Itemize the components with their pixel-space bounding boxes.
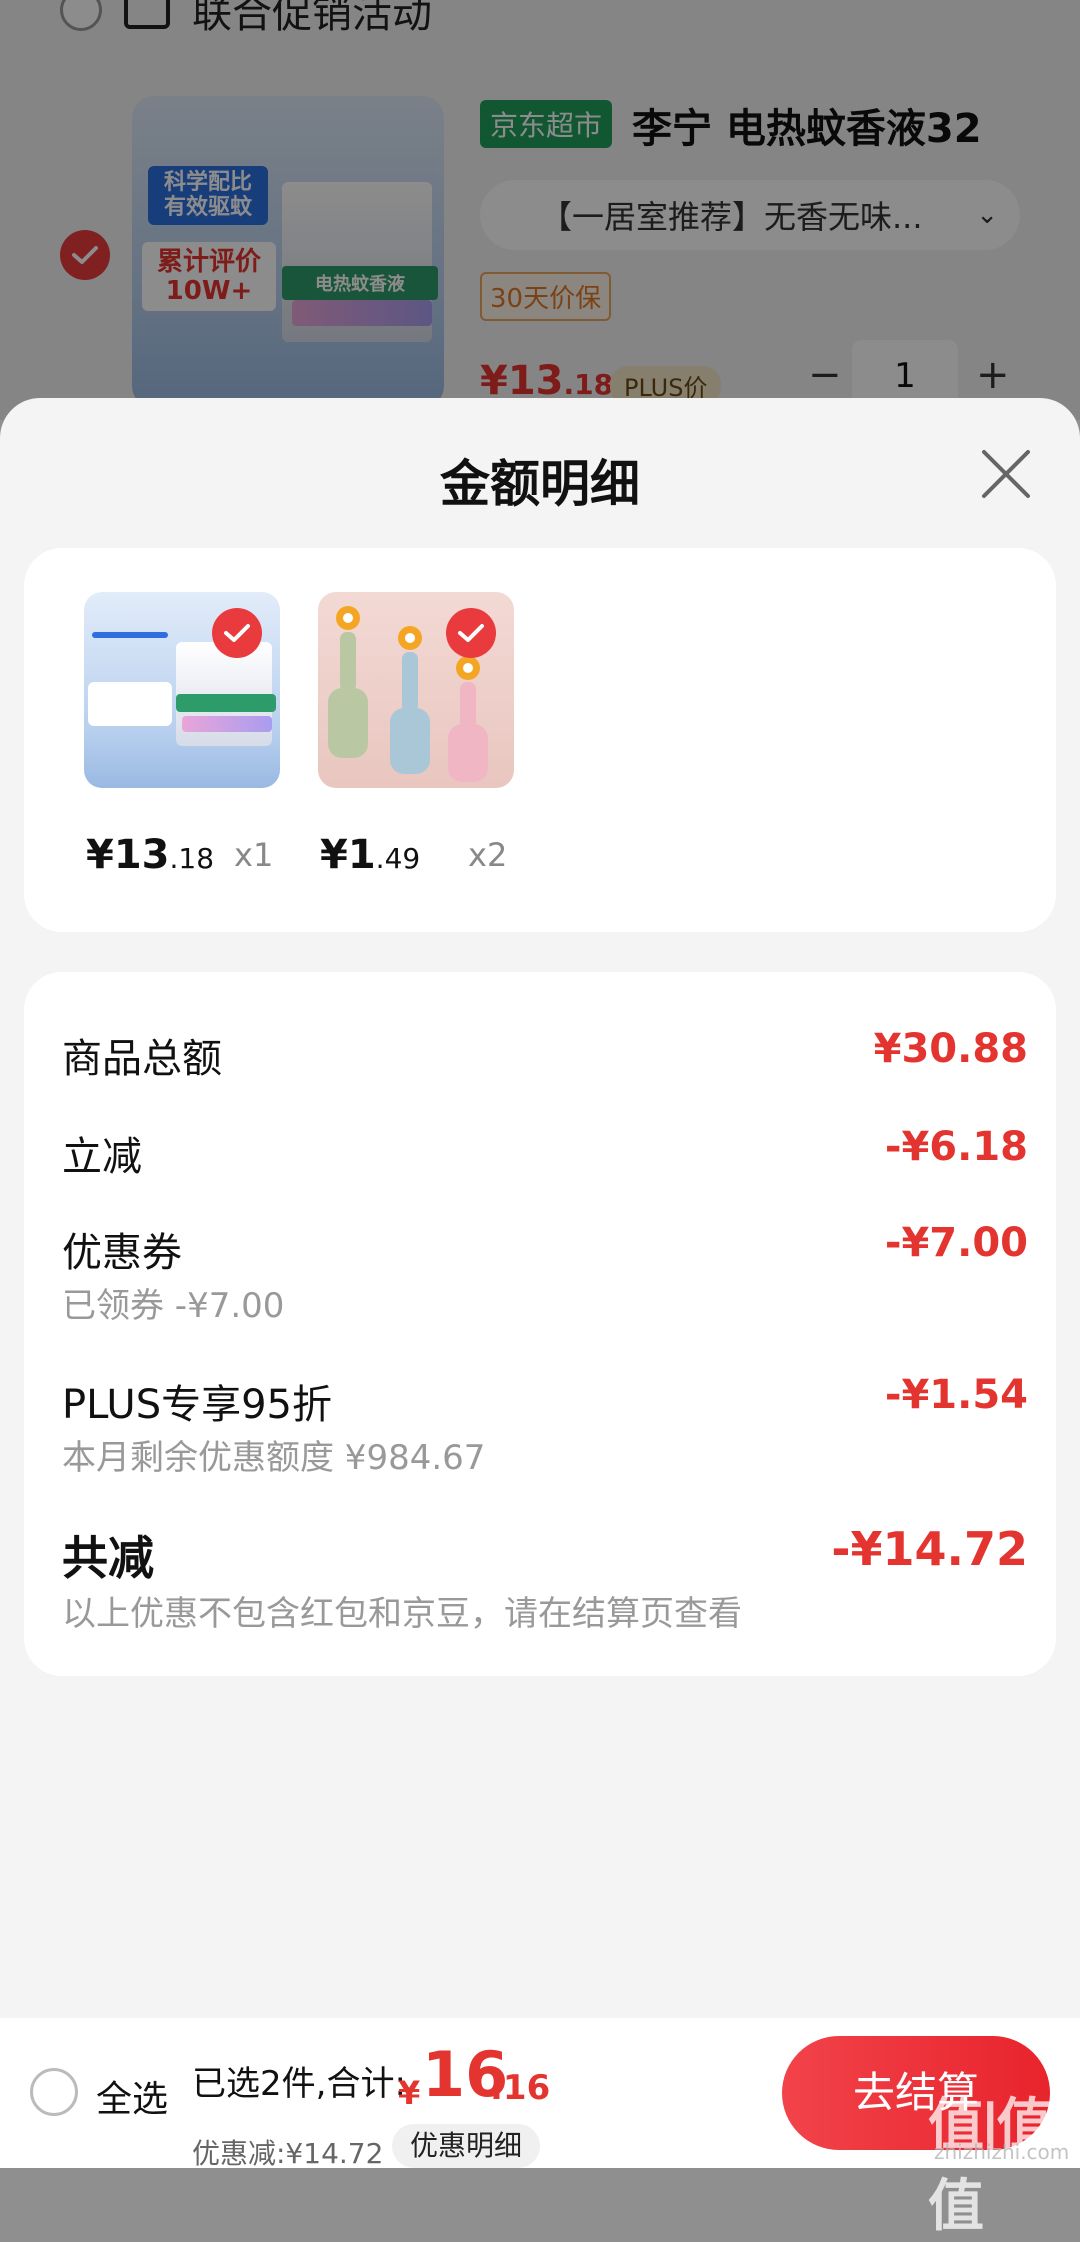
checkout-bar: 全选 已选2件,合计: ¥ 16 .16 优惠减:¥14.72 优惠明细 去结算 <box>0 2018 1080 2170</box>
item-price-dec: .18 <box>169 842 215 875</box>
total-dec: .16 <box>490 2068 551 2108</box>
total-cut-value: -¥14.72 <box>831 1522 1028 1576</box>
plus-sub: 本月剩余优惠额度 ¥984.67 <box>62 1438 486 1478</box>
total-cut-label: 共减 <box>62 1531 154 1585</box>
selected-items-card: ¥13.18 x1 ¥1.49 x2 <box>24 548 1056 932</box>
plus-label: PLUS专享95折 <box>62 1382 332 1428</box>
close-button[interactable] <box>978 446 1034 502</box>
item-price: ¥13.18 <box>86 832 214 878</box>
discount-detail-button[interactable]: 优惠明细 <box>392 2124 541 2168</box>
close-icon <box>982 450 1030 498</box>
instant-cut-label: 立减 <box>62 1134 142 1180</box>
coupon-value: -¥7.00 <box>884 1220 1028 1266</box>
discount-line: 优惠减:¥14.72 <box>192 2137 384 2170</box>
goods-total-value: ¥30.88 <box>873 1026 1028 1072</box>
item-qty: x1 <box>234 836 274 874</box>
total-cut-sub: 以上优惠不包含红包和京豆，请在结算页查看 <box>62 1594 742 1634</box>
plus-value: -¥1.54 <box>884 1372 1028 1418</box>
item-thumbnail-mosquito[interactable] <box>84 592 280 788</box>
check-icon <box>458 624 484 642</box>
background-cart: 联合促销活动 科学配比 有效驱蚊 累计评价 10W+ 电热蚊香液 京东超市 李宁 电… <box>0 0 1080 420</box>
item-price-int: ¥1 <box>320 832 376 878</box>
item-thumbnail-brush[interactable] <box>318 592 514 788</box>
item-price: ¥1.49 <box>320 832 420 878</box>
amount-detail-sheet: 金额明细 ¥13.18 x1 ¥1.49 x2 商品总额 ¥30.88 立减 -… <box>0 398 1080 2168</box>
select-all-checkbox[interactable] <box>30 2068 78 2116</box>
watermark-url: zhizhizhi.com <box>934 2140 1070 2164</box>
item-price-int: ¥13 <box>86 832 170 878</box>
item-check[interactable] <box>212 608 262 658</box>
instant-cut-value: -¥6.18 <box>884 1124 1028 1170</box>
coupon-label: 优惠券 <box>62 1230 182 1276</box>
check-icon <box>224 624 250 642</box>
item-price-dec: .49 <box>375 842 421 875</box>
select-all-label[interactable]: 全选 <box>96 2070 168 2122</box>
selected-summary: 已选2件,合计: <box>192 2064 406 2104</box>
dim-overlay[interactable] <box>0 0 1080 420</box>
goods-total-label: 商品总额 <box>62 1036 222 1082</box>
item-qty: x2 <box>468 836 508 874</box>
total-yen: ¥ <box>398 2074 421 2112</box>
amount-breakdown-card: 商品总额 ¥30.88 立减 -¥6.18 优惠券 已领券 -¥7.00 -¥7… <box>24 972 1056 1676</box>
item-check[interactable] <box>446 608 496 658</box>
sheet-title: 金额明细 <box>440 455 640 513</box>
coupon-sub: 已领券 -¥7.00 <box>62 1286 285 1326</box>
